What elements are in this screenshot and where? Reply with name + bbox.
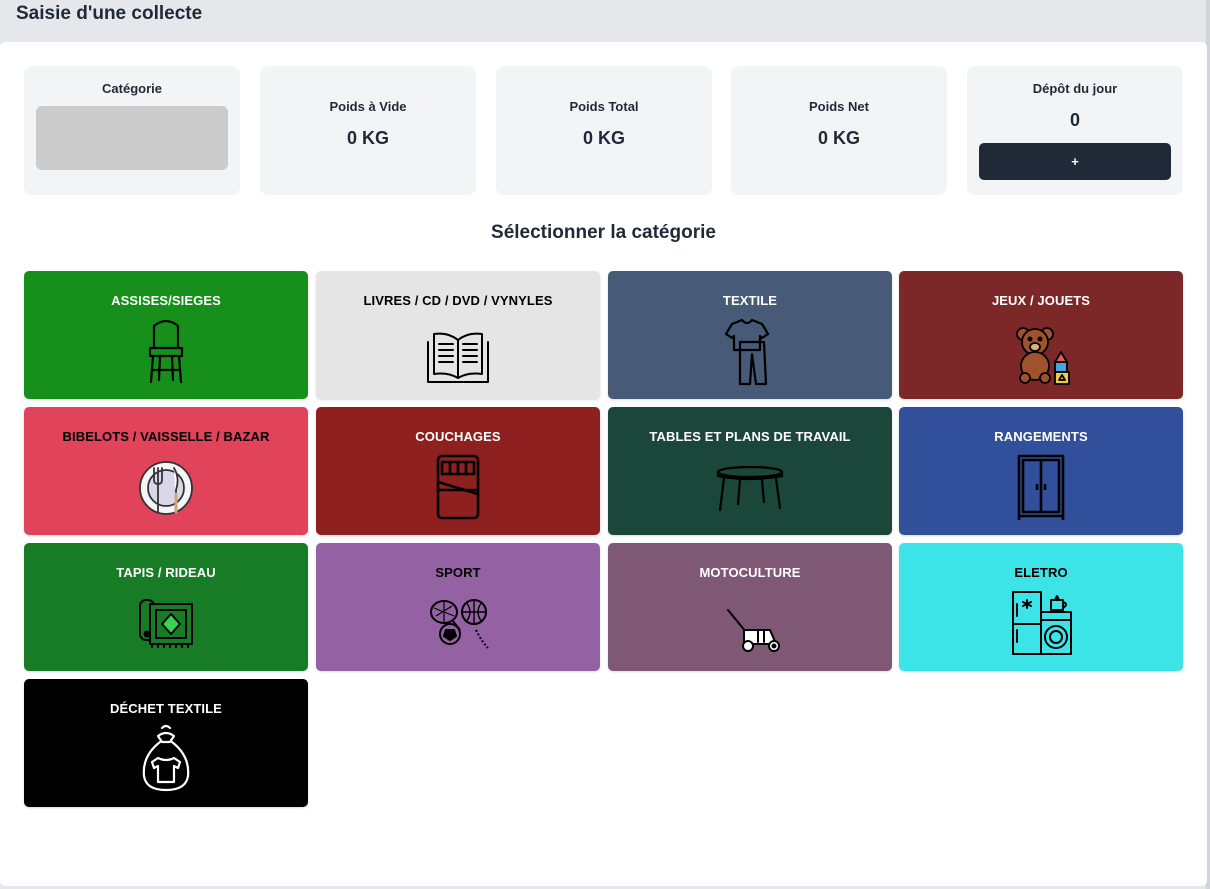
category-tile-sport[interactable]: SPORT (316, 543, 600, 671)
net-weight-card: Poids Net 0 KG (731, 66, 947, 195)
category-tile-couchages[interactable]: COUCHAGES (316, 407, 600, 535)
add-deposit-button[interactable]: + (979, 143, 1171, 180)
net-weight-label: Poids Net (809, 98, 869, 114)
category-tile-motoculture[interactable]: MOTOCULTURE (608, 543, 892, 671)
tile-label: LIVRES / CD / DVD / VYNYLES (363, 293, 553, 308)
section-title: Sélectionner la catégorie (491, 222, 716, 243)
empty-weight-value: 0 KG (346, 127, 389, 148)
tile-label: JEUX / JOUETS (991, 293, 1091, 308)
empty-weight-card: Poids à Vide 0 KG (260, 66, 476, 195)
daily-deposit-label: Dépôt du jour (1032, 81, 1118, 96)
category-tile-tapis-rideau[interactable]: TAPIS / RIDEAU (24, 543, 308, 671)
total-weight-value: 0 KG (582, 127, 625, 148)
collection-panel: Catégorie Poids à Vide 0 KG Poids Total … (0, 42, 1207, 886)
category-tile-jeux-jouets[interactable]: JEUX / JOUETS (899, 271, 1183, 399)
page-header: Saisie d'une collecte (0, 0, 1210, 42)
clothes-bag-icon (130, 722, 202, 794)
selected-category-display (36, 106, 228, 170)
sports-balls-icon (422, 586, 494, 658)
category-tile-dechet-textile[interactable]: DÉCHET TEXTILE (24, 679, 308, 807)
tile-label: COUCHAGES (415, 429, 501, 444)
daily-deposit-card: Dépôt du jour 0 + (967, 66, 1183, 195)
tile-label: ELETRO (1014, 565, 1068, 580)
bed-icon (422, 450, 494, 522)
empty-weight-label: Poids à Vide (329, 98, 407, 114)
tile-label: DÉCHET TEXTILE (110, 701, 222, 716)
category-tile-textile[interactable]: TEXTILE (608, 271, 892, 399)
tile-label: ASSISES/SIEGES (111, 293, 221, 308)
category-label: Catégorie (102, 81, 162, 96)
category-tile-eletro[interactable]: ELETRO (899, 543, 1183, 671)
category-tile-rangements[interactable]: RANGEMENTS (899, 407, 1183, 535)
tile-label: RANGEMENTS (994, 429, 1088, 444)
total-weight-card: Poids Total 0 KG (496, 66, 712, 195)
category-tile-bibelots[interactable]: BIBELOTS / VAISSELLE / BAZAR (24, 407, 308, 535)
category-tile-tables[interactable]: TABLES ET PLANS DE TRAVAIL (608, 407, 892, 535)
net-weight-value: 0 KG (817, 127, 860, 148)
category-tile-assises-sieges[interactable]: ASSISES/SIEGES (24, 271, 308, 399)
teddy-bear-icon (1005, 314, 1077, 386)
clothes-icon (714, 314, 786, 386)
chair-icon (130, 314, 202, 386)
page-title: Saisie d'une collecte (16, 3, 203, 24)
appliances-icon (1005, 586, 1077, 658)
table-icon (714, 450, 786, 522)
daily-deposit-value: 0 (1069, 110, 1080, 130)
category-card: Catégorie (24, 66, 240, 195)
tile-label: SPORT (435, 565, 481, 580)
tile-label: TEXTILE (722, 293, 778, 308)
tile-label: TABLES ET PLANS DE TRAVAIL (649, 429, 851, 444)
total-weight-label: Poids Total (569, 98, 639, 114)
open-book-icon (422, 314, 494, 386)
lawn-mower-icon (714, 586, 786, 658)
tile-label: BIBELOTS / VAISSELLE / BAZAR (62, 429, 270, 444)
category-tile-livres[interactable]: LIVRES / CD / DVD / VYNYLES (316, 271, 600, 399)
tile-label: MOTOCULTURE (699, 565, 801, 580)
wardrobe-icon (1005, 450, 1077, 522)
tile-label: TAPIS / RIDEAU (116, 565, 216, 580)
rug-icon (130, 586, 202, 658)
plate-cutlery-icon (130, 450, 202, 522)
